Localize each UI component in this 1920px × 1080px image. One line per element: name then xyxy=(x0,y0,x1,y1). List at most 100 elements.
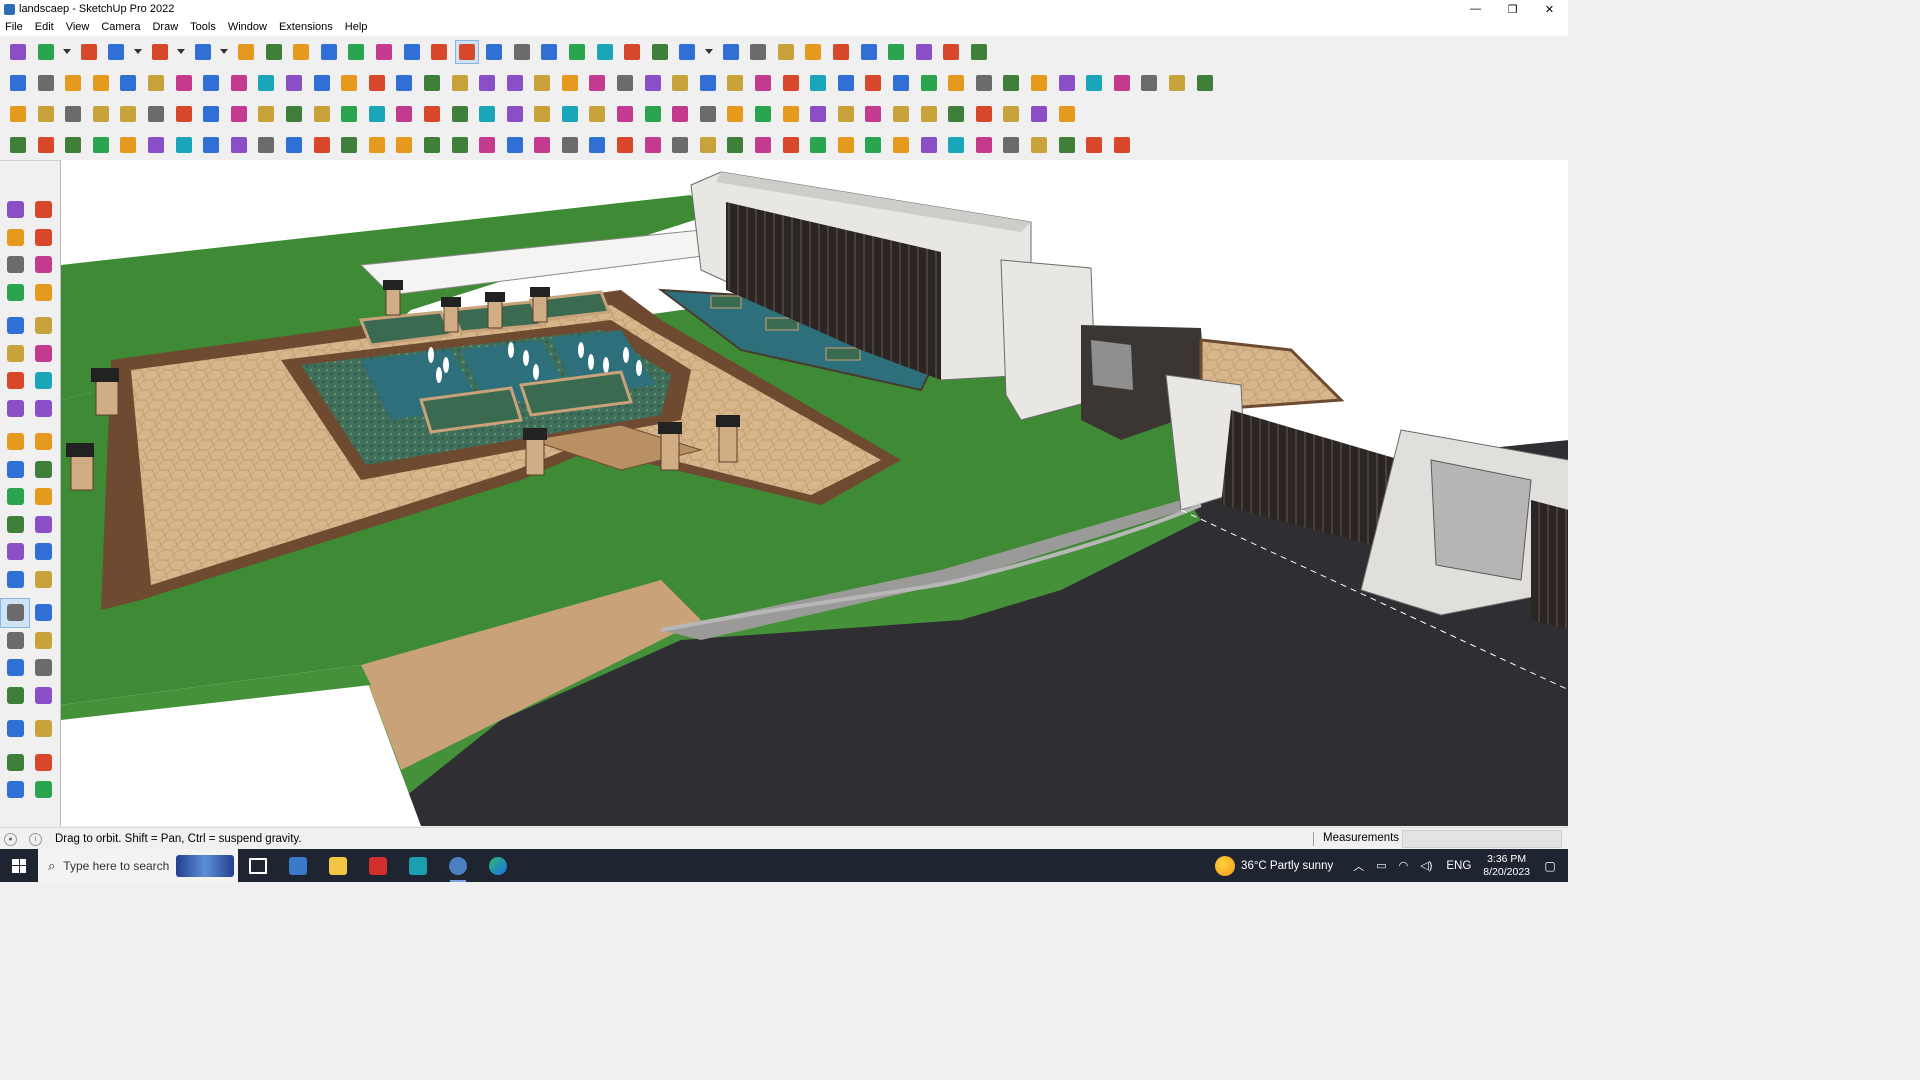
view-front-icon[interactable] xyxy=(337,71,361,95)
ramp-icon[interactable] xyxy=(613,133,637,157)
curl-icon[interactable] xyxy=(172,102,196,126)
menu-help[interactable]: Help xyxy=(339,21,374,33)
close-button[interactable]: ✕ xyxy=(1531,0,1568,18)
dots-icon[interactable] xyxy=(1027,102,1051,126)
grid-icon[interactable] xyxy=(861,102,885,126)
sandbox-4-icon[interactable] xyxy=(29,776,57,804)
sketchup-app[interactable] xyxy=(438,849,478,882)
ruler-icon[interactable] xyxy=(668,71,692,95)
dimension-icon[interactable] xyxy=(29,511,57,539)
scale-icon[interactable] xyxy=(344,40,368,64)
styles-icon[interactable] xyxy=(565,40,589,64)
dropdown-icon[interactable] xyxy=(61,40,73,64)
boxes-icon[interactable] xyxy=(282,102,306,126)
text-icon[interactable] xyxy=(29,538,57,566)
sandbox-3-icon[interactable] xyxy=(1,776,29,804)
info-icon[interactable]: i xyxy=(29,832,42,846)
plus-red-icon[interactable] xyxy=(392,102,416,126)
circle-icon[interactable] xyxy=(723,71,747,95)
arc-icon[interactable] xyxy=(148,40,172,64)
hand-3-icon[interactable] xyxy=(172,133,196,157)
solid-intersect-icon[interactable] xyxy=(199,71,223,95)
material-6-icon[interactable] xyxy=(1165,71,1189,95)
3dsmax-app[interactable] xyxy=(398,849,438,882)
sandbox-2-icon[interactable] xyxy=(29,749,57,777)
move-icon[interactable] xyxy=(289,40,313,64)
arc-orange-icon[interactable] xyxy=(558,102,582,126)
fence-icon[interactable] xyxy=(448,133,472,157)
menu-extensions[interactable]: Extensions xyxy=(273,21,339,33)
measurements-input[interactable] xyxy=(1402,830,1562,848)
task-view-button[interactable] xyxy=(238,849,278,882)
tape-icon[interactable] xyxy=(372,40,396,64)
material-1-icon[interactable] xyxy=(1027,71,1051,95)
lookaround-icon[interactable] xyxy=(29,682,57,710)
menu-file[interactable]: File xyxy=(0,21,29,33)
notification-icon[interactable]: ▢ xyxy=(1538,854,1562,878)
curve-5-icon[interactable] xyxy=(944,71,968,95)
solid-subtract-icon[interactable] xyxy=(144,71,168,95)
plane-blue-icon[interactable] xyxy=(6,102,30,126)
loop-icon[interactable] xyxy=(613,102,637,126)
plane-blue-2-icon[interactable] xyxy=(34,102,58,126)
cross-red-icon[interactable] xyxy=(999,102,1023,126)
leaf-icon[interactable] xyxy=(641,71,665,95)
landscape-icon[interactable] xyxy=(420,71,444,95)
select-arrow-icon[interactable] xyxy=(1,196,29,224)
corner-icon[interactable] xyxy=(282,133,306,157)
search-icon[interactable] xyxy=(6,40,30,64)
taskbar-search[interactable]: ⌕ Type here to search xyxy=(38,849,238,882)
axes-icon[interactable] xyxy=(857,40,881,64)
bracket-icon[interactable] xyxy=(337,102,361,126)
cube-wire-icon[interactable] xyxy=(34,71,58,95)
select-icon[interactable] xyxy=(34,40,58,64)
landscape-2-icon[interactable] xyxy=(448,71,472,95)
ball-icon[interactable] xyxy=(199,133,223,157)
extension-icon[interactable] xyxy=(746,40,770,64)
stripes-icon[interactable] xyxy=(779,133,803,157)
house-front-icon[interactable] xyxy=(475,71,499,95)
xray-icon[interactable] xyxy=(884,40,908,64)
panel-icon[interactable] xyxy=(254,102,278,126)
hand-icon[interactable] xyxy=(967,40,991,64)
house-icon[interactable] xyxy=(530,71,554,95)
pie-icon[interactable] xyxy=(29,395,57,423)
stairs-icon[interactable] xyxy=(475,133,499,157)
orbit-icon[interactable] xyxy=(454,39,479,64)
eraser-2-icon[interactable] xyxy=(999,71,1023,95)
down-arrow-icon[interactable] xyxy=(829,40,853,64)
3d-viewport[interactable] xyxy=(60,160,1568,826)
sandbox-1-icon[interactable] xyxy=(1,749,29,777)
fountain-icon[interactable] xyxy=(503,102,527,126)
hatch-2-icon[interactable] xyxy=(944,102,968,126)
edge-app[interactable] xyxy=(478,849,518,882)
language-indicator[interactable]: ENG xyxy=(1446,860,1471,872)
rail-2-icon[interactable] xyxy=(668,133,692,157)
dropdown-icon[interactable] xyxy=(132,40,144,64)
diag-red-icon[interactable] xyxy=(337,133,361,157)
shell-icon[interactable] xyxy=(227,133,251,157)
zoom-icon[interactable] xyxy=(1,627,29,655)
filter-icon[interactable] xyxy=(889,102,913,126)
peak-icon[interactable] xyxy=(420,133,444,157)
arc-3pt-icon[interactable] xyxy=(1,395,29,423)
warehouse-icon[interactable] xyxy=(719,40,743,64)
sandbox-icon[interactable] xyxy=(648,40,672,64)
clock[interactable]: 3:36 PM 8/20/2023 xyxy=(1483,853,1530,879)
curve-4-icon[interactable] xyxy=(917,71,941,95)
zoom-window-icon[interactable] xyxy=(29,627,57,655)
weather-icon[interactable] xyxy=(1215,855,1236,876)
rotated-rect-icon[interactable] xyxy=(29,312,57,340)
paint-bucket-icon[interactable] xyxy=(1,224,29,252)
volume-icon[interactable]: ◁) xyxy=(1420,859,1432,872)
sheet-icon[interactable] xyxy=(144,102,168,126)
rail-1-icon[interactable] xyxy=(641,133,665,157)
parallelogram-icon[interactable] xyxy=(806,71,830,95)
followme-icon[interactable] xyxy=(29,456,57,484)
pencil-icon[interactable] xyxy=(104,40,128,64)
undo-icon[interactable] xyxy=(912,40,936,64)
arc-2pt-icon[interactable] xyxy=(29,367,57,395)
chevron-up-icon[interactable]: ︿ xyxy=(1353,858,1364,874)
flask-icon[interactable] xyxy=(475,102,499,126)
pattern-5-icon[interactable] xyxy=(972,133,996,157)
